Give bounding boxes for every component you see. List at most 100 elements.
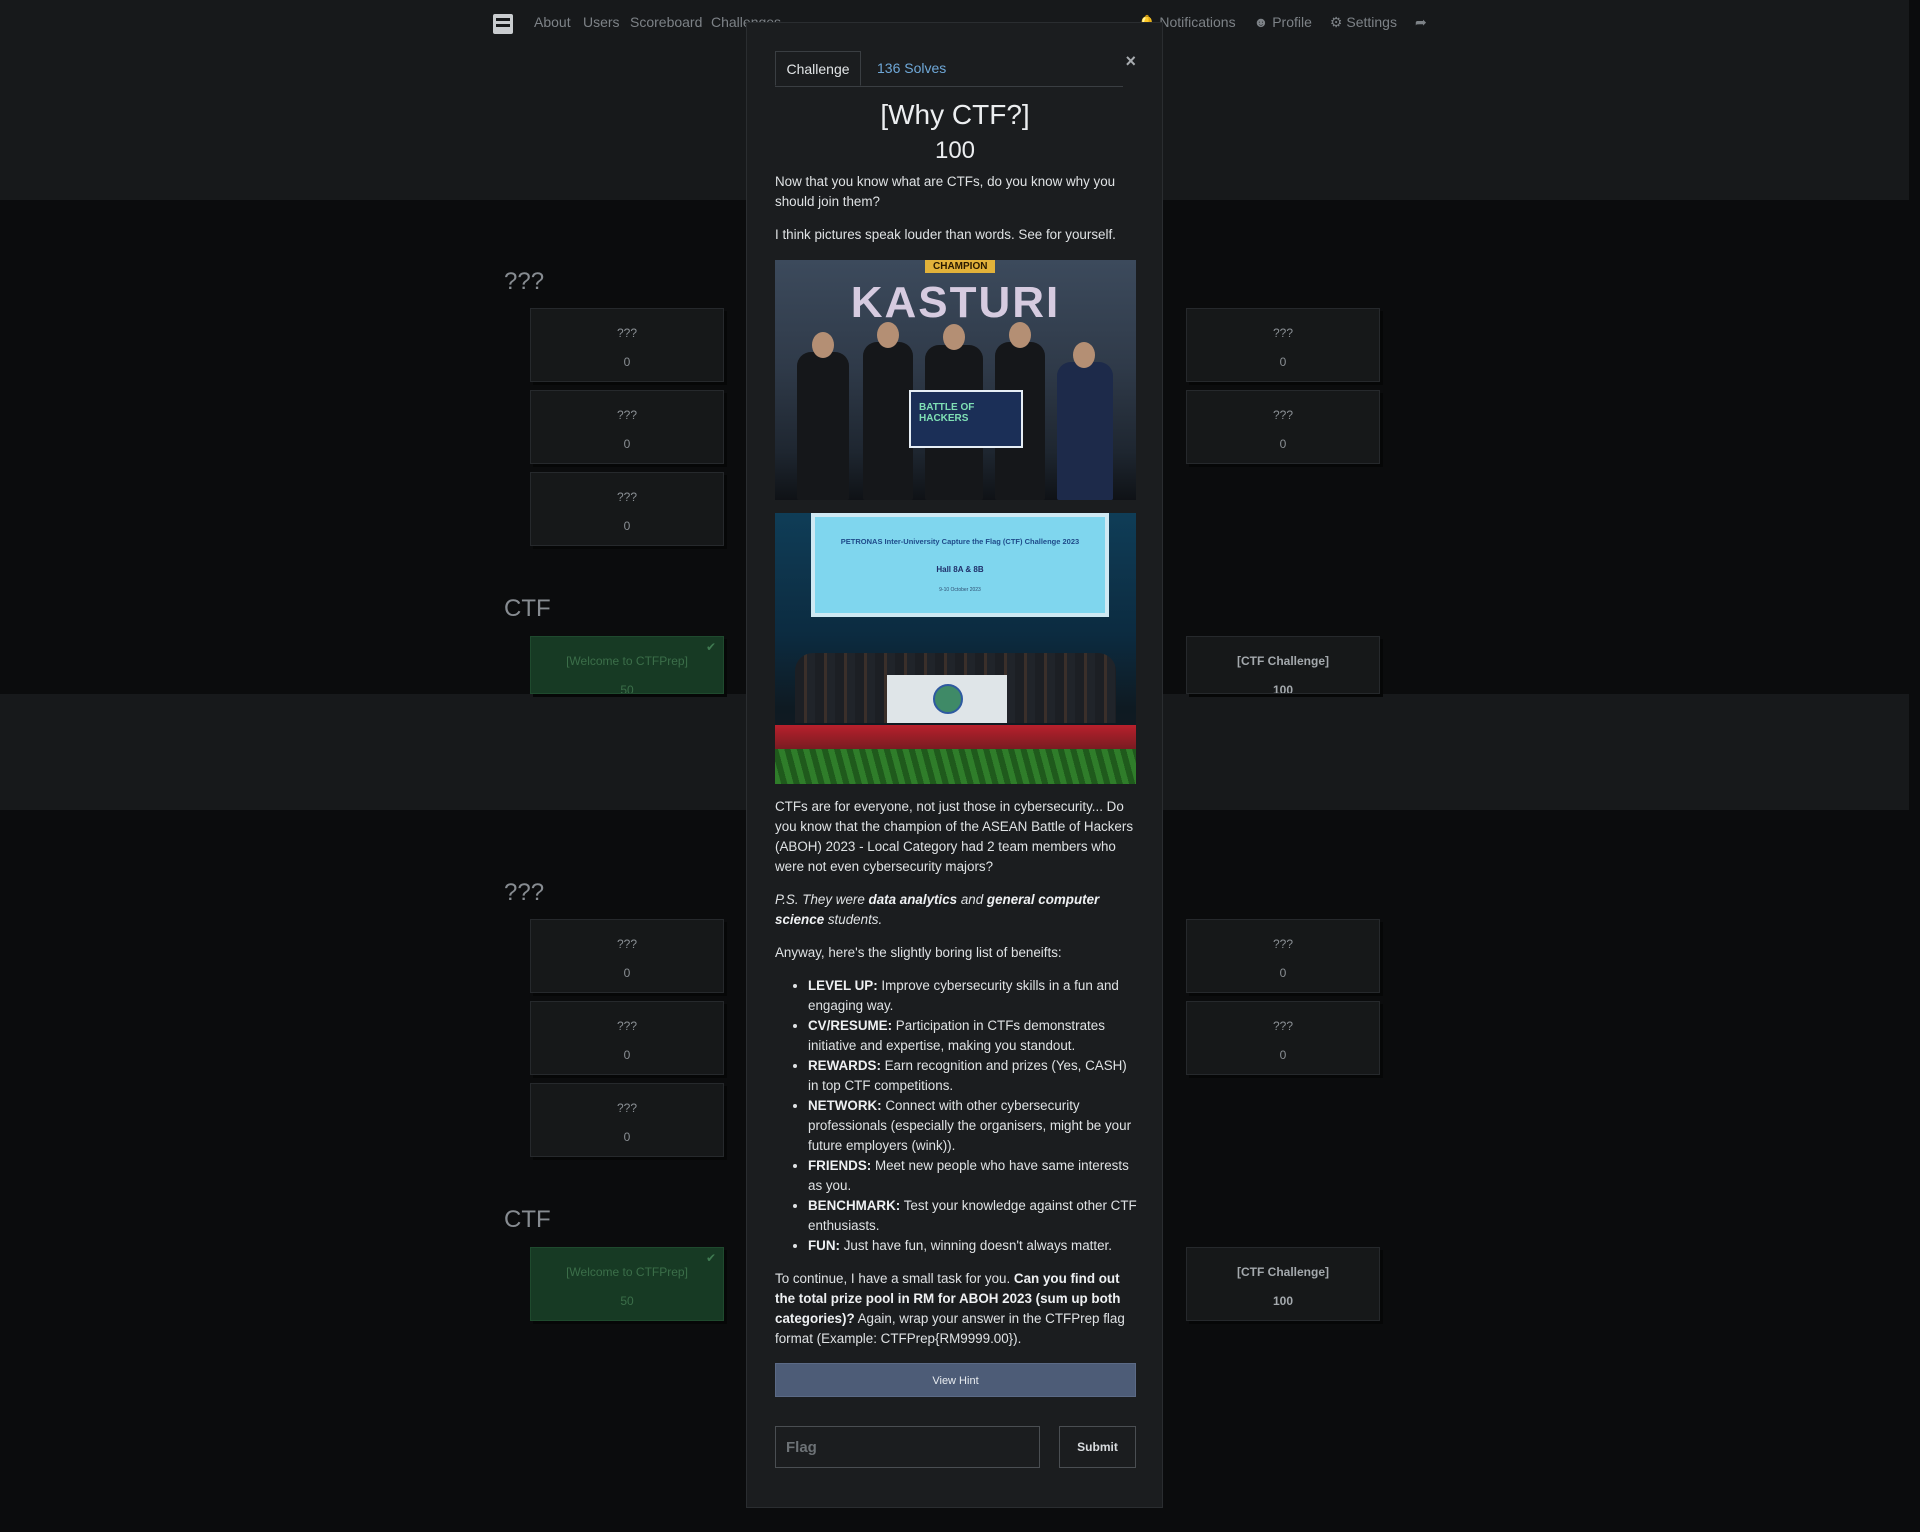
card-value: 0 — [623, 437, 631, 451]
challenge-value: 100 — [934, 137, 976, 164]
gear-icon: ⚙ — [1329, 14, 1343, 30]
description-list-intro: Anyway, here's the slightly boring list … — [775, 943, 1137, 963]
person-head — [943, 324, 965, 350]
person-figure — [797, 352, 849, 500]
challenge-card[interactable]: ??? 0 — [530, 390, 724, 464]
challenge-card-solved[interactable]: ✔ [Welcome to CTFPrep] 50 — [530, 1247, 724, 1321]
challenge-card[interactable]: ??? 0 — [530, 1083, 724, 1157]
challenge-card[interactable]: ??? 0 — [1186, 1001, 1380, 1075]
card-name: ??? — [616, 490, 638, 504]
person-head — [812, 332, 834, 358]
ps-prefix: P.S. They were — [775, 892, 869, 907]
benefit-key: FRIENDS: — [808, 1158, 872, 1173]
benefit-key: NETWORK: — [808, 1098, 882, 1113]
competition-group-photo: PETRONAS Inter-University Capture the Fl… — [775, 513, 1136, 784]
card-value: 0 — [623, 1048, 631, 1062]
ps-bold-1: data analytics — [868, 892, 958, 907]
challenge-card-solved[interactable]: ✔ [Welcome to CTFPrep] 50 — [530, 636, 724, 694]
card-name: [Welcome to CTFPrep] — [566, 654, 688, 668]
list-intro: Anyway, here's the slightly boring list … — [775, 945, 1062, 960]
challenge-modal: Challenge 136 Solves × [Why CTF?] 100 No… — [746, 22, 1163, 1508]
card-name: ??? — [616, 1101, 638, 1115]
champion-team-photo: CHAMPION KASTURI BATTLE OF HACKERS — [775, 260, 1136, 500]
card-name: ??? — [616, 937, 638, 951]
challenge-card[interactable]: ??? 0 — [530, 1001, 724, 1075]
prize-cheque: BATTLE OF HACKERS — [909, 390, 1023, 448]
aboh-paragraph: CTFs are for everyone, not just those in… — [775, 799, 1134, 874]
card-value: 0 — [1279, 355, 1287, 369]
benefit-key: LEVEL UP: — [808, 978, 878, 993]
team-banner — [887, 675, 1007, 723]
card-value: 0 — [623, 966, 631, 980]
card-name: ??? — [1272, 1019, 1294, 1033]
ps-paragraph: P.S. They were data analytics and genera… — [775, 890, 1137, 930]
card-name: ??? — [616, 1019, 638, 1033]
screen-date: 9-10 October 2023 — [939, 587, 981, 593]
challenge-card[interactable]: ??? 0 — [530, 919, 724, 993]
modal-tabs: Challenge 136 Solves — [775, 51, 1123, 87]
benefit-key: BENCHMARK: — [808, 1198, 901, 1213]
view-hint-button[interactable]: View Hint — [775, 1363, 1136, 1397]
description-ps: P.S. They were data analytics and genera… — [775, 890, 1137, 930]
screen-event-title: PETRONAS Inter-University Capture the Fl… — [840, 537, 1080, 546]
user-circle-icon: ☻ — [1253, 14, 1269, 30]
nav-link-scoreboard[interactable]: Scoreboard — [630, 14, 702, 30]
challenge-card[interactable]: ??? 0 — [530, 308, 724, 382]
card-name: ??? — [1272, 326, 1294, 340]
card-name: ??? — [1272, 408, 1294, 422]
description-task: To continue, I have a small task for you… — [775, 1269, 1137, 1349]
challenge-card[interactable]: ??? 0 — [1186, 390, 1380, 464]
submit-button[interactable]: Submit — [1059, 1426, 1136, 1468]
card-name: [CTF Challenge] — [1237, 1265, 1329, 1279]
benefit-item: LEVEL UP: Improve cybersecurity skills i… — [808, 976, 1137, 1016]
intro-paragraph: Now that you know what are CTFs, do you … — [775, 174, 1116, 209]
task-prefix: To continue, I have a small task for you… — [775, 1271, 1014, 1286]
challenge-card[interactable]: [CTF Challenge] 100 — [1186, 1247, 1380, 1321]
card-value: 0 — [623, 1130, 631, 1144]
challenge-card[interactable]: ??? 0 — [1186, 919, 1380, 993]
banner-emblem — [933, 684, 963, 714]
card-name: [Welcome to CTFPrep] — [566, 1265, 688, 1279]
person-head — [1073, 342, 1095, 368]
benefit-key: CV/RESUME: — [808, 1018, 893, 1033]
nav-settings-label: Settings — [1346, 14, 1397, 30]
intro-paragraph-2: I think pictures speak louder than words… — [775, 227, 1116, 242]
benefit-item: NETWORK: Connect with other cybersecurit… — [808, 1096, 1137, 1156]
cheque-text: BATTLE OF HACKERS — [919, 402, 975, 424]
category-title: ??? — [504, 268, 545, 295]
tab-solves[interactable]: 136 Solves — [877, 51, 946, 86]
person-figure — [1057, 362, 1113, 500]
tab-challenge[interactable]: Challenge — [775, 51, 861, 86]
task-paragraph: To continue, I have a small task for you… — [775, 1269, 1137, 1349]
challenge-card[interactable]: ??? 0 — [1186, 308, 1380, 382]
nav-settings[interactable]: ⚙ Settings — [1330, 14, 1397, 31]
benefit-item: REWARDS: Earn recognition and prizes (Ye… — [808, 1056, 1137, 1096]
close-icon[interactable]: × — [1125, 51, 1136, 72]
benefit-text: Just have fun, winning doesn't always ma… — [839, 1238, 1112, 1253]
benefit-item: BENCHMARK: Test your knowledge against o… — [808, 1196, 1137, 1236]
flag-input[interactable] — [775, 1426, 1040, 1468]
logout-icon[interactable]: ➦ — [1415, 14, 1427, 31]
nav-link-about[interactable]: About — [534, 14, 571, 30]
screen-hall: Hall 8A & 8B — [936, 565, 984, 574]
ps-mid: and — [957, 892, 987, 907]
card-value: 0 — [623, 355, 631, 369]
card-name: ??? — [616, 408, 638, 422]
card-name: ??? — [616, 326, 638, 340]
nav-profile-label: Profile — [1272, 14, 1312, 30]
benefit-key: REWARDS: — [808, 1058, 881, 1073]
card-name: [CTF Challenge] — [1237, 654, 1329, 668]
challenge-card[interactable]: [CTF Challenge] 100 — [1186, 636, 1380, 694]
nav-link-users[interactable]: Users — [583, 14, 620, 30]
challenge-title: [Why CTF?] — [880, 99, 1030, 130]
check-icon: ✔ — [705, 640, 716, 654]
check-icon: ✔ — [705, 1251, 716, 1265]
card-value: 0 — [1279, 1048, 1287, 1062]
category-title: CTF — [504, 1206, 551, 1233]
team-name-text: KASTURI — [850, 278, 1061, 327]
ctfd-logo-icon[interactable] — [493, 14, 513, 34]
challenge-card[interactable]: ??? 0 — [530, 472, 724, 546]
projector-screen: PETRONAS Inter-University Capture the Fl… — [811, 513, 1109, 617]
nav-profile[interactable]: ☻ Profile — [1254, 14, 1312, 31]
person-head — [877, 322, 899, 348]
